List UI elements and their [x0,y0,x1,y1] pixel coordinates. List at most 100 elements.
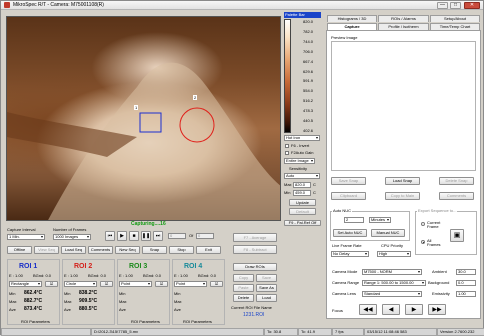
default-button[interactable]: Default [289,208,316,215]
roi-background: BGnd: 0.0 [143,273,162,278]
set-auto-nuc-button[interactable]: Set Auto NUC [333,229,367,237]
close-button[interactable]: ✕ [464,2,480,9]
nuc-units-select[interactable]: Minutes [369,217,391,223]
palette-tick-label: 591.9 [303,78,314,84]
maximize-button[interactable]: □ [450,2,461,9]
comments-button[interactable]: Comments [88,246,113,254]
camera-range-select[interactable]: Range 1: 500.00 to 1500.00 [362,280,426,286]
roi-stat-label: Min [174,291,181,296]
view-seq-button[interactable]: View Seq [34,246,59,254]
ambient-label: Ambient [432,269,447,274]
sensitivity-select[interactable]: Auto [284,173,320,179]
exit-button[interactable]: Exit [196,246,221,254]
checkbox-icon: ☑ [49,281,54,286]
save-snap-button[interactable]: Save Snap [331,177,366,185]
export-button[interactable]: ▣ [450,229,464,242]
roi-shape-select[interactable]: Point [119,281,152,287]
entire-image-select[interactable]: Entire Image [284,158,315,164]
focus-far-button[interactable]: ◀ [382,304,400,315]
tab-capture[interactable]: Capture [327,23,377,30]
frame-number-input[interactable]: 0 [168,233,186,239]
max-input[interactable]: 820.0 [293,182,311,188]
tab-rois-alarms[interactable]: ROIs / Alarms [378,15,429,22]
palette-tick-label: 820.0 [303,19,314,24]
f8-subtract-button[interactable]: F8 - Subtract [233,245,277,254]
load-snap-button[interactable]: Load Snap [385,177,420,185]
roi-load-button[interactable]: Load [256,294,277,302]
auto-nuc-label: Auto NUC [332,208,353,213]
palette-tick-label: 706.0 [303,48,314,54]
roi-save-button[interactable]: Save [256,274,277,282]
thermal-image[interactable]: 1 2 [6,16,281,221]
pause-button[interactable]: ❚❚ [141,231,151,241]
last-frame-button[interactable]: ⏭ [153,231,163,241]
app-window: MikroSpec R/T - Camera: M75001108(R) — □… [0,0,484,336]
manual-nuc-button[interactable]: Manual NUC [371,229,405,237]
f6-invert-checkbox[interactable] [285,144,289,148]
f2-autogain-checkbox[interactable] [285,151,289,155]
f7-average-button[interactable]: F7 - Average [233,233,277,242]
emissivity-label: Emissivity [432,291,450,296]
tab-profile-isotherm[interactable]: Profile / Isotherm [378,23,429,30]
roi-params-label-2: ROI Parameters [131,319,160,324]
palette-select[interactable]: Hot Iron [284,135,320,141]
emissivity-input[interactable]: 1.00 [456,291,476,297]
roi-options-button[interactable]: ☑ [155,281,168,287]
max-unit: C [313,182,316,187]
tab-histograms[interactable]: Histograms / 3D [327,15,377,22]
minimize-button[interactable]: — [437,2,448,9]
focus-near-button[interactable]: ▶ [405,304,423,315]
camera-mode-select[interactable]: M7500 - NORM [362,269,422,275]
roi-options-button[interactable]: ☑ [45,281,58,287]
roi-delete-button[interactable]: Delete [233,294,254,302]
f2-autogain-label: F2Auto Gain [291,150,314,155]
roi-copy-button[interactable]: Copy [233,274,254,282]
background-input[interactable]: 0.0 [456,280,476,286]
offline-button[interactable]: Offline [7,246,32,254]
current-frame-radio[interactable] [421,222,425,226]
all-frames-radio[interactable] [421,240,425,244]
roi-save-as-button[interactable]: Save As [256,284,277,292]
tab-setup-about[interactable]: Setup/About [430,15,480,22]
stop-button[interactable]: Stop [169,246,194,254]
delete-snap-button[interactable]: Delete Snap [439,177,474,185]
roi-shape-select[interactable]: Circle [64,281,97,287]
new-seq-button[interactable]: New Seq [115,246,140,254]
roi-options-button[interactable]: ☑ [100,281,113,287]
focus-near-fast-button[interactable]: ▶▶ [428,304,446,315]
roi-file-label: Current ROI File Name [231,305,272,310]
update-button[interactable]: Update [289,199,316,206]
roi-paste-button[interactable]: Paste [233,284,254,292]
stop-button-transport[interactable]: ■ [129,231,139,241]
frame-rate-select[interactable]: No Delay [331,251,369,257]
nuc-interval-input[interactable]: 2 [344,217,364,223]
roi-background: BGnd: 0.0 [88,273,107,278]
ambient-input[interactable]: 30.0 [456,269,476,275]
copy-to-main-button[interactable]: Copy to Main [385,192,420,200]
roi-options-button[interactable]: ☑ [210,281,223,287]
roi-shape-select[interactable]: Rectangle [9,281,42,287]
number-of-frames-select[interactable]: 1000 Images [53,234,91,240]
roi-stat-value: 909.5°C [79,298,98,304]
palette-ref-button[interactable]: F9 - Pal.Ref Off [284,220,321,226]
camera-lens-select[interactable]: Standard [362,291,422,297]
palette-tick-label: 782.0 [303,28,314,34]
snap-button[interactable]: Snap [142,246,167,254]
capture-interval-select[interactable]: 1 Min. [7,234,45,240]
first-frame-button[interactable]: ⏮ [105,231,115,241]
roi-shape-select[interactable]: Point [174,281,207,287]
roi2-label: 2 [193,95,198,100]
snap-comments-button[interactable]: Comments [439,192,474,200]
play-button[interactable]: ▶ [117,231,127,241]
roi-stat-value: 838.2°C [79,290,98,296]
tab-time-temp-chart[interactable]: Time/Temp Chart [430,23,480,30]
clipboard-button[interactable]: Clipboard [331,192,366,200]
load-seq-button[interactable]: Load Seq [61,246,86,254]
total-frames-input[interactable]: 0 [196,233,214,239]
draw-rois-button[interactable]: Draw ROIs [233,263,277,271]
roi-emissivity: E : 1.00 [64,273,78,278]
roi-stat-label: Min [9,291,16,296]
min-input[interactable]: 459.0 [293,190,311,196]
focus-far-fast-button[interactable]: ◀◀ [359,304,377,315]
cpu-priority-select[interactable]: High [377,251,411,257]
